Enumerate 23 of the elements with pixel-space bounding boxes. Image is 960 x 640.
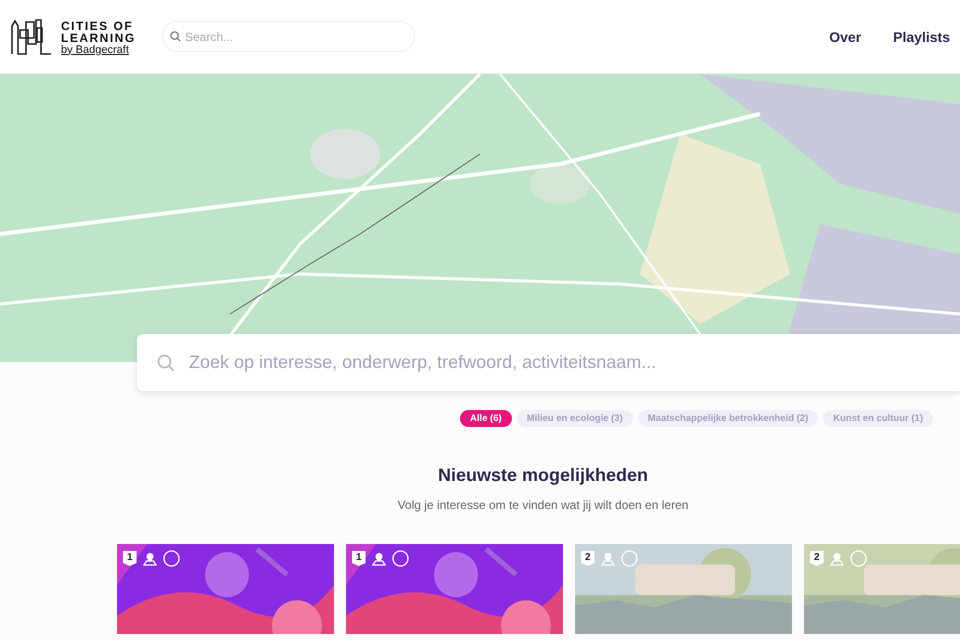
filter-chip[interactable]: Maatschappelijke betrokkenheid (2) xyxy=(638,410,818,427)
map-pin-icon xyxy=(372,552,386,566)
search-field[interactable]: Search... xyxy=(162,21,415,52)
level-badge: 1 xyxy=(123,551,137,566)
map-pin-icon xyxy=(600,552,615,566)
section-title: Nieuwste mogelijkheden xyxy=(436,465,650,486)
section-subtitle: Volg je interesse om te vinden wat jij wilt doen en leren xyxy=(396,498,690,512)
circle-icon[interactable] xyxy=(392,550,409,567)
nav-link[interactable]: Playlists xyxy=(893,28,950,44)
logo-text: LEARNING xyxy=(61,32,136,44)
search-field[interactable]: Zoek op interesse, onderwerp, trefwoord, activiteitsnaam... xyxy=(137,334,960,391)
map-pin-icon xyxy=(830,552,844,566)
logo-text: CITIES OF xyxy=(61,20,134,32)
level-badge: 2 xyxy=(810,551,824,566)
filter-chip[interactable]: Milieu en ecologie (3) xyxy=(516,410,633,427)
level-badge: 2 xyxy=(581,551,595,566)
circle-icon[interactable] xyxy=(162,550,180,567)
map-pin-icon xyxy=(142,552,157,566)
logo-subtitle: by Badgecraft xyxy=(61,44,130,56)
level-badge: 1 xyxy=(352,551,366,566)
filter-chip[interactable]: Kunst en cultuur (1) xyxy=(823,410,933,427)
filter-chip[interactable]: Alle (6) xyxy=(460,410,512,427)
nav-link[interactable]: Over xyxy=(829,28,862,44)
